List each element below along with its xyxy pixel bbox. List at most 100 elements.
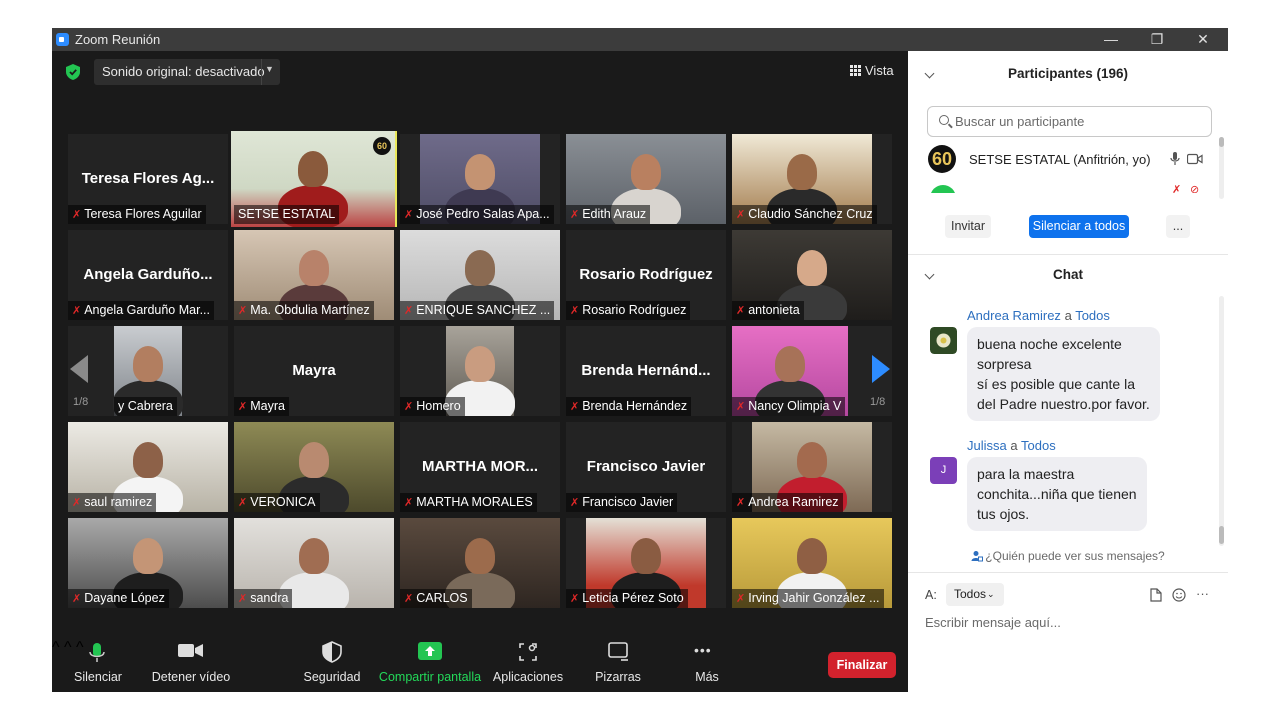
scrollbar-thumb[interactable] [1219,526,1224,544]
participant-search-input[interactable]: Buscar un participante [927,106,1212,137]
participant-video-tile[interactable]: 60 SETSE ESTATAL [231,131,397,227]
title-bar: Zoom Reunión — ❐ ✕ [52,28,1228,51]
participant-video-tile[interactable]: MARTHA MOR... ✗ MARTHA MORALES [400,422,560,512]
participant-name: CARLOS [416,591,468,605]
whiteboards-button[interactable]: Pizarras [588,639,648,692]
muted-microphone-icon: ✗ [404,305,414,317]
participant-video-tile[interactable]: ✗ sandra [234,518,394,608]
emoji-icon[interactable] [1172,588,1186,602]
chevron-down-icon[interactable]: ▼ [265,64,274,74]
view-button[interactable]: Vista [850,63,894,78]
participant-head [299,538,329,574]
muted-microphone-icon: ✗ [570,401,580,413]
muted-microphone-icon: ✗ [570,305,580,317]
participant-display-name: MARTHA MOR... [421,458,539,475]
participant-head [797,250,827,286]
participant-name-tag: ✗ Brenda Hernández [566,397,692,416]
participant-video-tile[interactable]: ✗ Edith Arauz [566,134,726,224]
security-button[interactable]: Seguridad [300,639,364,692]
mute-button[interactable]: Silenciar [70,639,126,692]
grid-view-icon [850,65,861,76]
zoom-app-icon [56,33,69,46]
apps-label: Aplicaciones [492,670,564,684]
more-button[interactable]: ••• Más [684,639,730,692]
participant-name: Brenda Hernández [582,399,688,413]
participant-name-tag: ✗ Nancy Olimpia V [732,397,846,416]
participant-head [133,346,163,382]
participant-name-tag: ✗ Francisco Javier [566,493,678,512]
chat-more-icon[interactable]: ··· [1196,586,1209,601]
participant-video-tile[interactable]: ✗ Leticia Pérez Soto [566,518,726,608]
end-meeting-button[interactable]: Finalizar [828,652,896,678]
page-indicator-left: 1/8 [73,396,89,408]
share-screen-button[interactable]: Compartir pantalla [378,639,482,692]
chat-message-input[interactable]: Escribir mensaje aquí... [925,615,1061,630]
participant-video-tile[interactable]: Teresa Flores Ag... ✗ Teresa Flores Aguila… [68,134,228,224]
view-label: Vista [865,63,894,78]
invite-button[interactable]: Invitar [945,215,991,238]
participant-name: VERONICA [250,495,316,509]
who-can-see-link[interactable]: ¿Quién puede ver sus mensajes? [908,549,1228,563]
participant-video-tile[interactable]: Rosario Rodríguez ✗ Rosario Rodríguez [566,230,726,320]
recipient-dropdown[interactable]: Todos ⌄ [946,583,1004,606]
participant-video-tile[interactable]: ✗ VERONICA [234,422,394,512]
original-sound-toggle[interactable]: Sonido original: desactivado ▼ [94,59,280,85]
chat-scrollbar[interactable] [1219,296,1224,546]
participant-name-tag: ✗ saul ramirez [68,493,157,512]
restore-button[interactable]: ❐ [1134,28,1180,51]
participant-video-tile[interactable]: y Cabrera [68,326,228,416]
microphone-icon[interactable] [1170,152,1180,166]
participant-video-tile[interactable]: Brenda Hernánd... ✗ Brenda Hernández [566,326,726,416]
next-page-arrow-icon[interactable] [872,355,890,383]
participant-head [299,250,329,286]
participant-name: Ma. Obdulia Martínez [250,303,370,317]
participant-video-tile[interactable]: ✗ José Pedro Salas Apa... [400,134,560,224]
participant-video-tile[interactable]: Mayra ✗ Mayra [234,326,394,416]
mute-all-button[interactable]: Silenciar a todos [1029,215,1129,238]
participant-display-name: Mayra [292,362,336,379]
meeting-area: Sonido original: desactivado ▼ Vista Ter… [52,51,908,692]
muted-microphone-icon: ✗ [238,305,248,317]
participant-video-tile[interactable]: ✗ antonieta [732,230,892,320]
participant-name-tag: ✗ José Pedro Salas Apa... [400,205,554,224]
participant-name: Nancy Olimpia V [748,399,842,413]
chat-header: Chat [1053,267,1083,282]
participant-row-self[interactable]: 60 SETSE ESTATAL (Anfitrión, yo) [928,145,1218,173]
participant-display-name: Brenda Hernánd... [581,362,711,379]
share-screen-label: Compartir pantalla [378,670,482,684]
participant-name-tag: ✗ Teresa Flores Aguilar [68,205,206,224]
minimize-button[interactable]: — [1088,28,1134,51]
participant-row-partial[interactable]: ✗ ⊘ [928,181,1218,193]
participant-name: Angela Garduño Mar... [84,303,210,317]
previous-page-arrow-icon[interactable] [70,355,88,383]
participant-video-tile[interactable]: ✗ ENRIQUE SANCHEZ ... [400,230,560,320]
muted-microphone-icon[interactable]: ✗ [1172,183,1181,193]
participant-video-tile[interactable]: ✗ Nancy Olimpia V [732,326,892,416]
close-button[interactable]: ✕ [1180,28,1226,51]
participant-video-tile[interactable]: ✗ Ma. Obdulia Martínez [234,230,394,320]
apps-button[interactable]: Aplicaciones [492,639,564,692]
file-icon[interactable] [1150,588,1162,602]
participants-more-button[interactable]: ... [1166,215,1190,238]
participant-video-tile[interactable]: ✗ CARLOS [400,518,560,608]
encryption-shield-icon[interactable] [66,64,80,80]
audio-options-chevron-icon[interactable]: ^ [52,639,60,656]
more-label: Más [695,670,719,684]
participant-video-tile[interactable]: ✗ Homero [400,326,560,416]
participants-scrollbar[interactable] [1219,137,1224,199]
scrollbar-thumb[interactable] [1219,137,1224,147]
stop-video-button[interactable]: Detener vídeo [150,639,232,692]
video-camera-icon[interactable] [1187,153,1203,165]
whiteboards-label: Pizarras [595,670,641,684]
participant-video-tile[interactable]: ✗ Dayane López [68,518,228,608]
participant-video-tile[interactable]: ✗ Irving Jahir González ... [732,518,892,608]
participant-name: Irving Jahir González ... [748,591,880,605]
participant-video-tile[interactable]: ✗ Andrea Ramirez [732,422,892,512]
participant-name-tag: ✗ ENRIQUE SANCHEZ ... [400,301,555,320]
participant-video-tile[interactable]: Angela Garduño... ✗ Angela Garduño Mar... [68,230,228,320]
participant-video-tile[interactable]: ✗ saul ramirez [68,422,228,512]
participant-video-tile[interactable]: Francisco Javier ✗ Francisco Javier [566,422,726,512]
participant-video-tile[interactable]: ✗ Claudio Sánchez Cruz [732,134,892,224]
participant-head [631,154,661,190]
video-off-icon[interactable]: ⊘ [1190,183,1199,193]
